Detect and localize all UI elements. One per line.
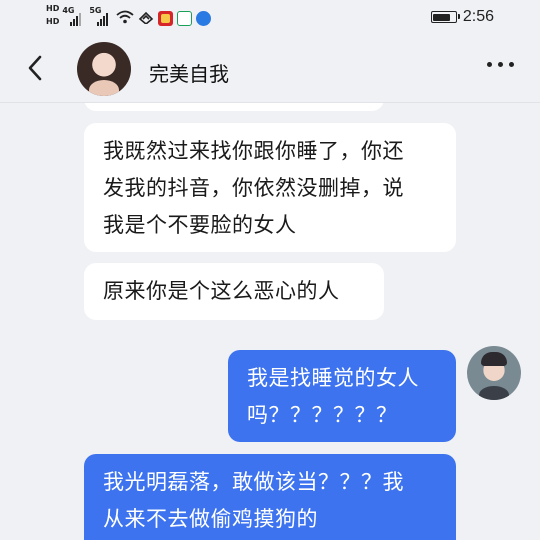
signal-bars-icon: [70, 13, 82, 26]
more-horizontal-icon: [487, 62, 492, 67]
message-list[interactable]: 我既然过来找你跟你睡了，你还 发我的抖音，你依然没删掉，说 我是个不要脸的女人 …: [0, 103, 540, 540]
link-icon: [139, 11, 154, 24]
battery-icon: [430, 11, 460, 23]
signal-bars-icon: [97, 13, 109, 26]
hd-badge-1: HD: [46, 4, 60, 13]
signal-5g: 5G: [89, 6, 113, 26]
message-bubble-sent[interactable]: 我是找睡觉的女人 吗？？？？？？: [228, 350, 456, 442]
message-bubble-received[interactable]: [84, 103, 384, 111]
hd-badges: HD HD: [46, 4, 59, 27]
message-bubble-received[interactable]: 原来你是个这么恶心的人: [84, 263, 384, 320]
message-line: 发我的抖音，你依然没删掉，说: [103, 176, 404, 200]
contact-avatar[interactable]: [77, 42, 131, 96]
message-line: 我是个不要脸的女人: [103, 213, 297, 237]
back-button[interactable]: [22, 54, 50, 82]
message-bubble-sent[interactable]: 我光明磊落，敢做该当？？？我 从来不去做偷鸡摸狗的: [84, 454, 456, 540]
chat-header: 完美自我: [0, 36, 540, 103]
message-line: 我是找睡觉的女人: [247, 366, 419, 390]
my-avatar[interactable]: [467, 346, 521, 400]
more-options-button[interactable]: [487, 62, 514, 67]
status-time: 2:56: [462, 8, 494, 25]
message-line: 原来你是个这么恶心的人: [103, 279, 340, 303]
message-bubble-received[interactable]: 我既然过来找你跟你睡了，你还 发我的抖音，你依然没删掉，说 我是个不要脸的女人: [84, 123, 456, 252]
status-bar: HD HD 4G 5G 2:56: [0, 0, 540, 36]
browser-app-icon: [196, 11, 212, 26]
message-line: 我光明磊落，敢做该当？？？我: [103, 470, 404, 494]
message-line: 我既然过来找你跟你睡了，你还: [103, 139, 404, 163]
hd-badge-2: HD: [46, 17, 60, 26]
message-line: 从来不去做偷鸡摸狗的: [103, 507, 318, 531]
contact-name: 完美自我: [149, 62, 229, 86]
message-line: 吗？？？？？？: [247, 403, 398, 427]
more-dot: [509, 62, 514, 67]
wifi-icon: [116, 10, 134, 24]
app-notification-icon: [158, 11, 174, 26]
more-dot: [498, 62, 503, 67]
chevron-left-icon: [28, 55, 42, 81]
home-app-icon: [177, 11, 193, 26]
signal-4g: 4G: [62, 6, 86, 26]
